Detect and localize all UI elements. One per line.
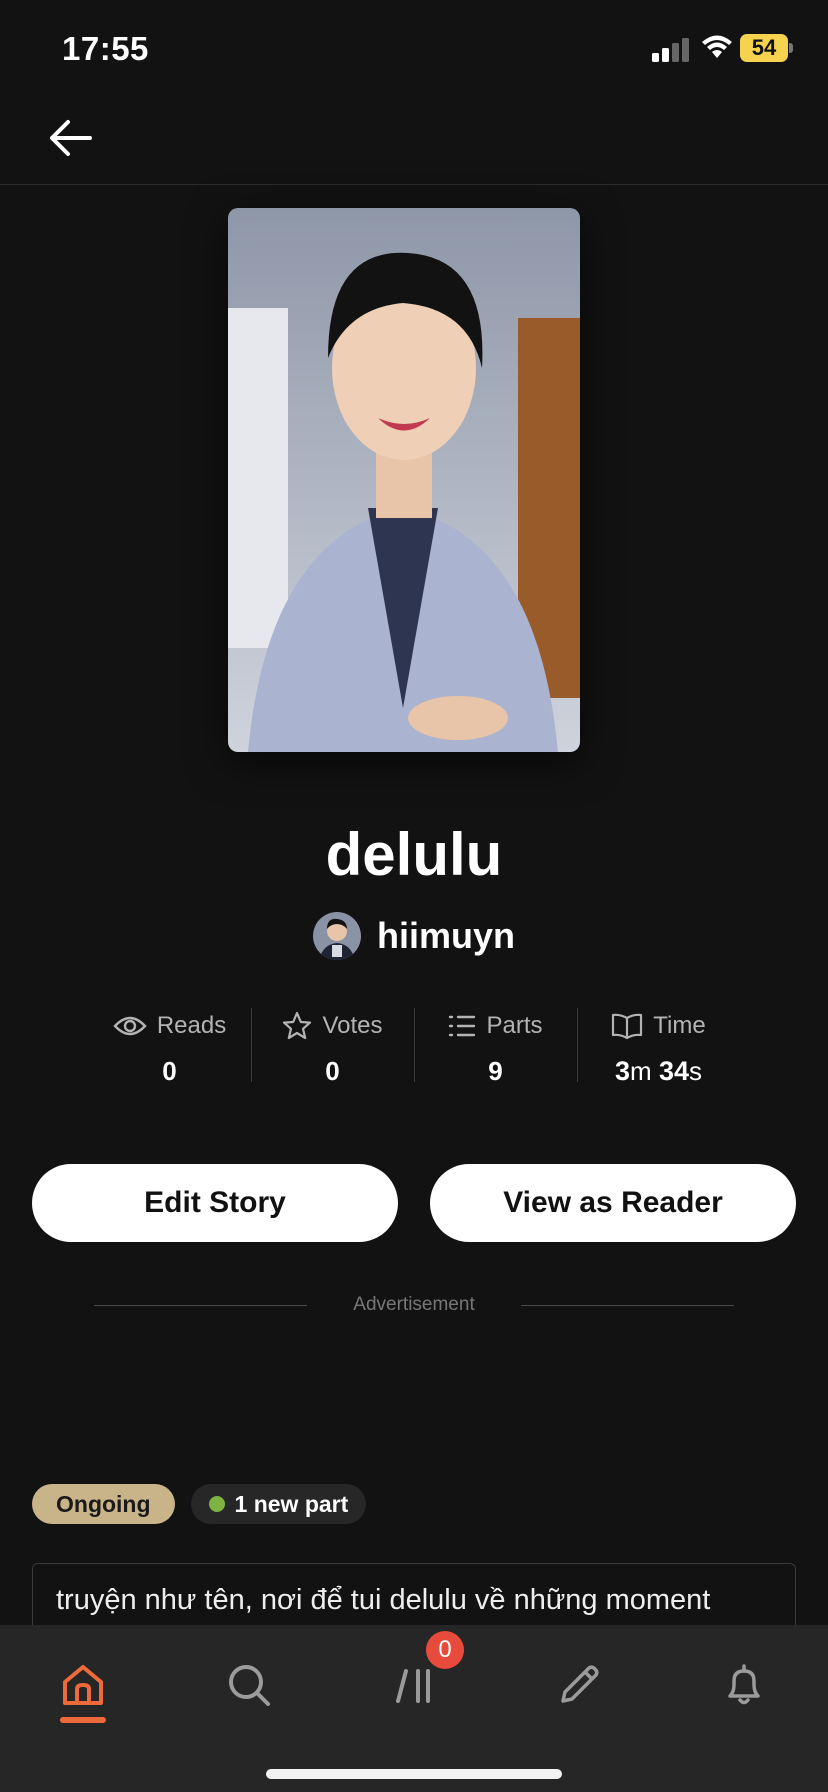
avatar <box>312 912 361 960</box>
new-part-badge: 1 new part <box>190 1484 367 1524</box>
story-cover[interactable] <box>228 208 580 752</box>
status-badge: Ongoing <box>32 1484 175 1524</box>
library-notification-badge: 0 <box>426 1631 464 1669</box>
nav-search[interactable] <box>209 1645 289 1725</box>
stat-time: Time 3m 34s <box>577 1006 740 1086</box>
bell-icon <box>728 1664 760 1705</box>
nav-write[interactable] <box>539 1645 619 1725</box>
nav-home[interactable] <box>43 1645 123 1725</box>
stat-parts: Parts 9 <box>414 1006 577 1086</box>
divider-line <box>94 1304 308 1306</box>
signal-icon <box>652 38 689 62</box>
star-icon <box>283 1011 312 1040</box>
green-dot-icon <box>208 1496 225 1512</box>
top-bar <box>0 92 828 185</box>
advertisement-label: Advertisement <box>353 1294 475 1315</box>
story-title: delulu <box>325 821 503 888</box>
home-indicator <box>266 1769 562 1779</box>
description-text: truyện như tên, nơi để tui delulu về nhữ… <box>56 1584 711 1616</box>
home-icon <box>63 1665 103 1705</box>
pencil-icon <box>561 1665 599 1703</box>
stat-value: 0 <box>162 1056 177 1086</box>
eye-icon <box>113 1016 147 1036</box>
arrow-left-icon <box>50 120 92 156</box>
status-time: 17:55 <box>62 30 149 67</box>
cover-photo <box>228 208 580 752</box>
stat-votes: Votes 0 <box>251 1006 414 1086</box>
new-part-label: 1 new part <box>234 1491 349 1517</box>
view-as-reader-button[interactable]: View as Reader <box>430 1164 796 1242</box>
divider-line <box>520 1304 735 1306</box>
stat-label: Reads <box>156 1012 227 1039</box>
back-button[interactable] <box>40 112 100 164</box>
nav-notifications[interactable] <box>704 1645 784 1725</box>
nav-active-indicator <box>60 1717 106 1723</box>
author-link[interactable]: hiimuyn <box>0 912 828 960</box>
story-badges: Ongoing 1 new part <box>32 1484 367 1524</box>
stat-label: Time <box>653 1012 706 1039</box>
stat-label: Votes <box>322 1012 383 1039</box>
book-icon <box>612 1013 643 1040</box>
stat-value: 0 <box>325 1056 340 1086</box>
search-icon <box>229 1665 270 1706</box>
bottom-nav: 0 <box>0 1625 828 1792</box>
wifi-icon <box>702 35 732 58</box>
stat-label: Parts <box>486 1012 543 1039</box>
stat-value: 3m 34s <box>615 1056 702 1086</box>
advertisement-divider: Advertisement <box>94 1290 735 1320</box>
author-name: hiimuyn <box>376 915 515 956</box>
stat-value: 9 <box>488 1056 503 1086</box>
battery-indicator: 54 <box>740 34 788 62</box>
status-bar: 17:55 54 <box>0 0 828 90</box>
stat-reads: Reads 0 <box>88 1006 251 1086</box>
edit-story-button[interactable]: Edit Story <box>32 1164 398 1242</box>
library-icon <box>396 1669 430 1703</box>
list-icon <box>449 1015 476 1037</box>
battery-tip <box>789 43 793 53</box>
story-stats: Reads 0 Votes 0 Parts 9 Time 3m 34s <box>88 1006 740 1086</box>
